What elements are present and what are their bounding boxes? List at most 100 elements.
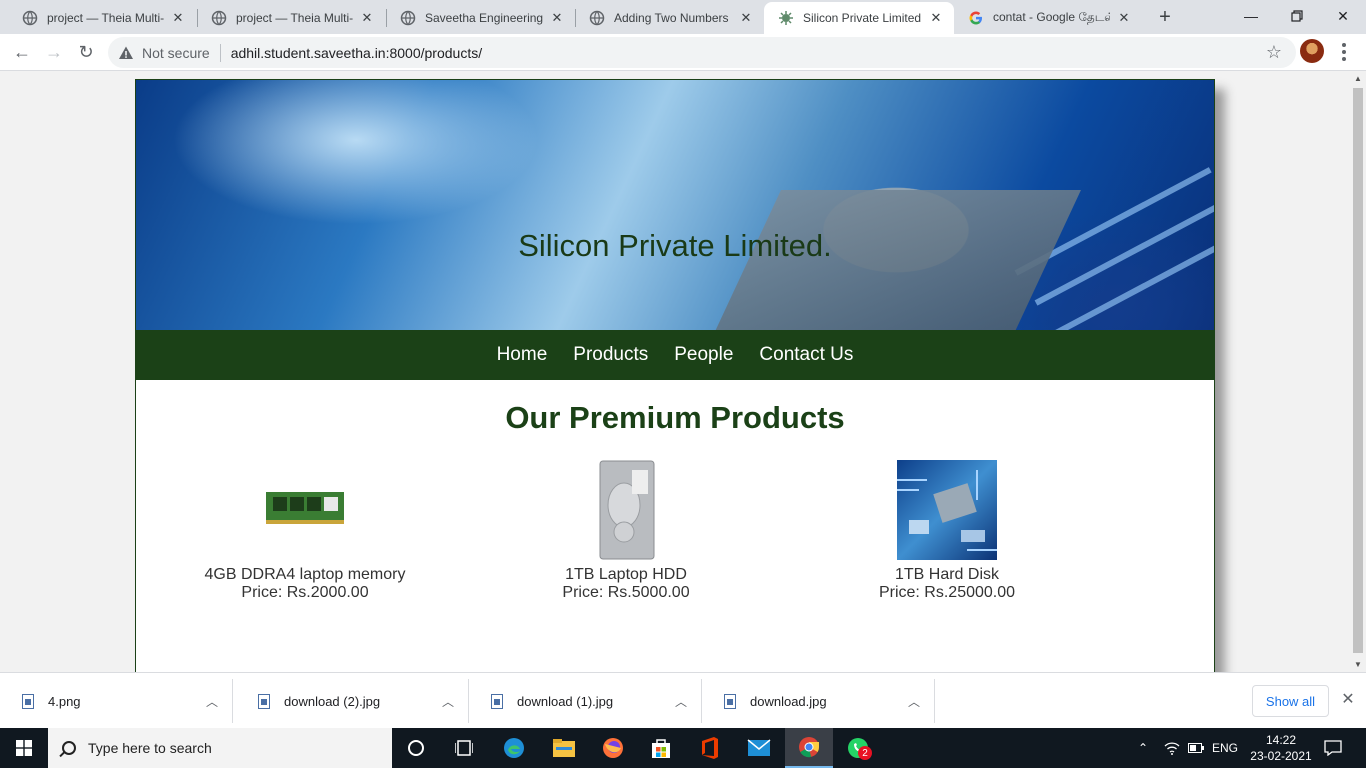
windows-start-icon[interactable] (0, 728, 48, 768)
product-price: Price: Rs.25000.00 (878, 584, 1016, 601)
language-indicator[interactable]: ENG (1212, 728, 1238, 768)
tab-theia-2[interactable]: project — Theia Multi-L ✕ (197, 2, 385, 34)
scroll-down-arrow-icon[interactable]: ▼ (1353, 660, 1363, 669)
wifi-icon[interactable] (1164, 728, 1180, 768)
browser-menu-icon[interactable] (1334, 38, 1354, 66)
download-item[interactable]: download (2).jpg ︿ (236, 679, 469, 723)
show-hidden-icons-chevron-icon[interactable]: ⌃ (1138, 728, 1148, 768)
page-heading: Our Premium Products (505, 400, 845, 435)
profile-avatar[interactable] (1300, 39, 1324, 63)
battery-icon[interactable] (1188, 728, 1204, 768)
back-arrow-icon[interactable]: ← (8, 38, 36, 66)
close-tab-icon[interactable]: ✕ (1116, 10, 1132, 26)
edge-browser-icon[interactable] (490, 728, 538, 768)
notifications-icon[interactable] (1324, 728, 1342, 768)
ram-module-image (255, 460, 355, 560)
main-nav: Home Products People Contact Us (136, 330, 1214, 380)
nav-people[interactable]: People (674, 344, 733, 366)
microsoft-store-icon[interactable] (637, 728, 685, 768)
image-file-icon (258, 693, 270, 709)
globe-icon (589, 10, 605, 26)
nav-products[interactable]: Products (573, 344, 648, 366)
tab-title: project — Theia Multi-L (47, 11, 164, 25)
bookmark-star-icon[interactable]: ☆ (1266, 42, 1282, 63)
download-item[interactable]: download (1).jpg ︿ (469, 679, 702, 723)
virus-favicon-icon (778, 10, 794, 26)
tab-saveetha[interactable]: Saveetha Engineering C ✕ (386, 2, 575, 34)
scroll-up-arrow-icon[interactable]: ▲ (1353, 74, 1363, 83)
download-item[interactable]: 4.png ︿ (0, 679, 233, 723)
globe-icon (400, 10, 416, 26)
system-clock[interactable]: 14:22 23-02-2021 (1246, 732, 1316, 764)
download-filename: 4.png (48, 693, 81, 709)
tab-silicon-private-limited[interactable]: Silicon Private Limited ✕ (764, 2, 954, 34)
nav-home[interactable]: Home (497, 344, 548, 366)
mail-icon[interactable] (735, 728, 783, 768)
chevron-up-icon[interactable]: ︿ (894, 693, 934, 710)
minimize-icon[interactable]: — (1228, 0, 1274, 32)
show-all-downloads-button[interactable]: Show all (1252, 685, 1329, 717)
image-file-icon (22, 693, 34, 709)
tab-title: Silicon Private Limited (803, 11, 922, 25)
cortana-icon[interactable] (392, 728, 440, 768)
product-card-laptop-hdd: 1TB Laptop HDD Price: Rs.5000.00 (496, 460, 756, 602)
firefox-icon[interactable] (589, 728, 637, 768)
product-card-hard-disk: 1TB Hard Disk Price: Rs.25000.00 (817, 460, 1077, 602)
header-banner: Silicon Private Limited. (136, 80, 1214, 330)
close-tab-icon[interactable]: ✕ (549, 10, 565, 26)
download-filename: download (1).jpg (517, 693, 614, 709)
nav-contact-us[interactable]: Contact Us (759, 344, 853, 366)
product-price: Price: Rs.2000.00 (241, 584, 369, 601)
reload-icon[interactable]: ↻ (72, 38, 100, 66)
not-secure-label[interactable]: Not secure (142, 45, 210, 61)
taskbar-search-box[interactable]: Type here to search (48, 728, 392, 768)
file-explorer-icon[interactable] (540, 728, 588, 768)
new-tab-button[interactable]: + (1152, 4, 1178, 30)
chevron-up-icon[interactable]: ︿ (428, 693, 468, 710)
close-tab-icon[interactable]: ✕ (928, 10, 944, 26)
close-downloads-icon[interactable]: ✕ (1338, 689, 1358, 713)
chrome-taskbar-icon[interactable] (785, 728, 833, 768)
tab-adding-numbers[interactable]: Adding Two Numbers ✕ (575, 2, 764, 34)
product-price: Price: Rs.5000.00 (562, 584, 690, 601)
windows-taskbar: Type here to search 2 ⌃ ENG 14:22 23-02-… (0, 728, 1366, 768)
search-icon (62, 741, 76, 755)
globe-icon (22, 10, 38, 26)
url-text[interactable]: adhil.student.saveetha.in:8000/products/ (231, 45, 482, 61)
product-card-ram: 4GB DDRA4 laptop memory Price: Rs.2000.0… (175, 460, 435, 602)
hard-drive-image (576, 460, 676, 560)
forward-arrow-icon[interactable]: → (40, 38, 68, 66)
product-name: 1TB Laptop HDD (565, 566, 687, 583)
site-title: Silicon Private Limited. (518, 228, 832, 263)
chevron-up-icon[interactable]: ︿ (661, 693, 701, 710)
clock-time: 14:22 (1265, 733, 1297, 747)
office-icon[interactable] (686, 728, 734, 768)
tab-theia-1[interactable]: project — Theia Multi-L ✕ (8, 2, 196, 34)
omnibox-divider (219, 43, 221, 62)
warning-triangle-icon[interactable] (118, 45, 134, 61)
tab-title: Adding Two Numbers (614, 11, 729, 25)
site-container: Silicon Private Limited. Home Products P… (135, 79, 1215, 672)
tab-title: Saveetha Engineering C (425, 11, 543, 25)
tab-title: contat - Google தேடல் (993, 10, 1110, 24)
whatsapp-icon[interactable]: 2 (834, 728, 882, 768)
chevron-up-icon[interactable]: ︿ (192, 693, 232, 710)
close-tab-icon[interactable]: ✕ (170, 10, 186, 26)
image-file-icon (491, 693, 503, 709)
close-window-icon[interactable]: ✕ (1320, 0, 1366, 32)
close-tab-icon[interactable]: ✕ (359, 10, 375, 26)
scrollbar-thumb[interactable] (1353, 88, 1363, 653)
download-filename: download.jpg (750, 693, 827, 709)
clock-date: 23-02-2021 (1250, 749, 1312, 763)
page-scrollbar[interactable]: ▲ ▼ (1350, 71, 1366, 672)
address-bar[interactable]: Not secure adhil.student.saveetha.in:800… (108, 37, 1296, 68)
downloads-bar: 4.png ︿ download (2).jpg ︿ download (1).… (0, 672, 1366, 728)
close-tab-icon[interactable]: ✕ (738, 10, 754, 26)
globe-icon (211, 10, 227, 26)
restore-window-icon[interactable] (1274, 0, 1320, 32)
browser-toolbar: ← → ↻ Not secure adhil.student.saveetha.… (0, 34, 1366, 71)
page-viewport: Silicon Private Limited. Home Products P… (0, 71, 1350, 672)
task-view-icon[interactable] (440, 728, 488, 768)
download-item[interactable]: download.jpg ︿ (702, 679, 935, 723)
tab-google-search[interactable]: contat - Google தேடல் ✕ (954, 2, 1142, 34)
